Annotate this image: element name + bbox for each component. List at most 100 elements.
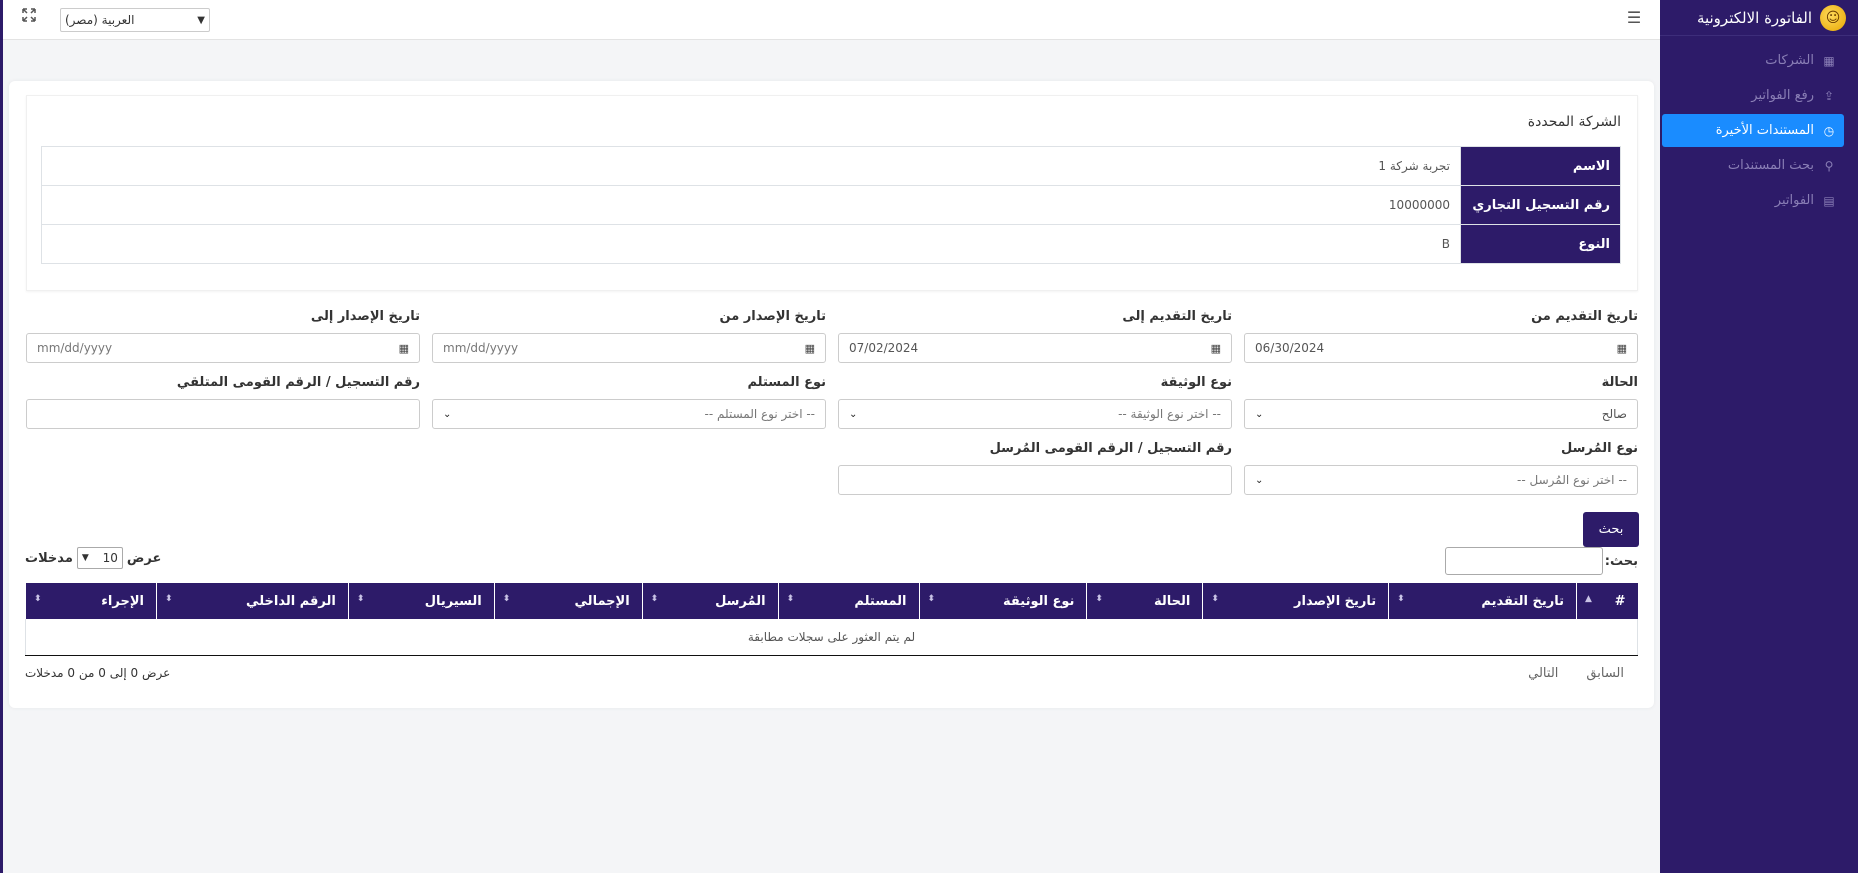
column-header-issue-date[interactable]: تاريخ الإصدار ⬍ [1202,583,1389,619]
table-pagination: السابق التالي [1528,666,1624,681]
column-label: نوع الوثيقة [1003,593,1075,609]
table-search-input[interactable] [1444,547,1603,575]
issue-from-input[interactable]: mm/dd/yyyy ▦ [432,333,826,363]
calendar-icon[interactable]: ▦ [805,342,815,355]
fullscreen-icon[interactable] [20,8,38,26]
documents-table: # ▲ تاريخ التقديم ⬍ تاريخ الإصدار ⬍ الحالة ⬍… [25,583,1638,656]
submit-from-input[interactable]: 06/30/2024 ▦ [1244,333,1638,363]
sender-id-input[interactable] [838,465,1232,495]
sort-icon: ⬍ [34,594,42,604]
column-header-status[interactable]: الحالة ⬍ [1086,583,1203,619]
table-empty-row: لم يتم العثور على سجلات مطابقة [25,619,1638,656]
column-header-sender[interactable]: المُرسل ⬍ [641,583,779,619]
receiver-id-input[interactable] [26,399,420,429]
filter-row: تاريخ التقديم من 06/30/2024 ▦ تاريخ التق… [25,309,1638,363]
search-button[interactable]: بحث [1583,512,1639,547]
company-value: تجربة شركة 1 [41,146,1461,186]
sort-icon: ⬍ [164,594,173,604]
status-select-value: صالح [1601,407,1627,421]
sidebar-item-upload-invoices[interactable]: ⇪ رفع الفواتير [1674,79,1844,112]
calendar-icon[interactable]: ▦ [1617,342,1627,355]
filter-submit-from: تاريخ التقديم من 06/30/2024 ▦ [1244,309,1638,363]
filter-row: نوع المُرسل -- اختر نوع المُرسل -- ⌄ رقم… [25,441,1638,495]
column-header-index[interactable]: # ▲ [1576,583,1638,619]
receiver-type-label: نوع المستلم [747,375,826,390]
sender-type-placeholder: -- اختر نوع المُرسل -- [1517,473,1627,487]
submit-to-label: تاريخ التقديم إلى [1122,309,1232,324]
sidebar-item-label: رفع الفواتير [1751,88,1814,103]
doc-type-select[interactable]: -- اختر نوع الوثيقة -- ⌄ [838,399,1232,429]
language-select[interactable]: العربية (مصر) ▼ [60,8,210,32]
filter-receiver-type: نوع المستلم -- اختر نوع المستلم -- ⌄ [432,375,826,429]
column-header-submit-date[interactable]: تاريخ التقديم ⬍ [1388,583,1577,619]
company-info-table: الاسم تجربة شركة 1 رقم التسجيل التجاري 1… [41,146,1621,264]
table-search-label: بحث: [1604,553,1638,569]
filter-sender-id: رقم التسجيل / الرقم القومى المُرسل [838,441,1232,495]
menu-toggle-icon[interactable]: ☰ [1624,8,1644,28]
column-label: السيريال [424,593,482,609]
company-value: 10000000 [41,185,1461,225]
submit-from-value: 06/30/2024 [1255,341,1325,355]
filter-submit-to: تاريخ التقديم إلى 07/02/2024 ▦ [838,309,1232,363]
building-icon: ▦ [1823,53,1835,68]
column-header-action[interactable]: الإجراء ⬍ [25,583,157,619]
filter-receiver-id: رقم التسجيل / الرقم القومى المتلقي [26,375,420,429]
sender-type-select[interactable]: -- اختر نوع المُرسل -- ⌄ [1244,465,1638,495]
selected-company-card: الشركة المحددة الاسم تجربة شركة 1 رقم ال… [26,95,1638,291]
search-icon: ⚲ [1824,158,1834,173]
filter-status: الحالة صالح ⌄ [1244,375,1638,429]
length-select[interactable]: ▼ 10 [76,547,123,569]
calendar-icon[interactable]: ▦ [399,342,409,355]
company-label: رقم التسجيل التجاري [1460,185,1621,225]
column-header-doc-type[interactable]: نوع الوثيقة ⬍ [918,583,1087,619]
pagination-previous[interactable]: السابق [1586,666,1624,681]
issue-from-value: mm/dd/yyyy [443,341,519,355]
file-upload-icon: ⇪ [1823,88,1835,103]
column-header-internal-id[interactable]: الرقم الداخلي ⬍ [155,583,349,619]
submit-to-input[interactable]: 07/02/2024 ▦ [838,333,1232,363]
sort-icon: ⬍ [1397,594,1405,604]
doc-type-placeholder: -- اختر نوع الوثيقة -- [1118,407,1221,421]
table-empty-message: لم يتم العثور على سجلات مطابقة [25,619,1638,656]
company-row-type: النوع B [41,224,1621,264]
issue-to-input[interactable]: mm/dd/yyyy ▦ [26,333,420,363]
sidebar-item-label: الفواتير [1774,193,1814,208]
sender-type-label: نوع المُرسل [1561,441,1638,456]
fullscreen-icon-svg [22,8,36,22]
table-search: بحث: [1444,547,1638,575]
column-label: المستلم [854,593,907,609]
company-value: B [41,224,1461,264]
status-select[interactable]: صالح ⌄ [1244,399,1638,429]
column-label: الإجراء [101,593,144,609]
brand-logo-icon: ☺ [1820,4,1846,31]
column-label: الرقم الداخلي [246,593,336,609]
column-label: # [1614,593,1626,609]
issue-from-label: تاريخ الإصدار من [719,309,826,324]
sidebar-item-invoices[interactable]: ▤ الفواتير [1674,184,1844,217]
clock-icon: ◷ [1823,123,1835,138]
table-info: عرض 0 إلى 0 من 0 مدخلات [25,666,171,680]
pagination-next[interactable]: التالي [1528,666,1558,681]
column-header-total[interactable]: الإجمالي ⬍ [493,583,643,619]
chevron-down-icon: ▼ [197,14,205,26]
sidebar-item-search-documents[interactable]: ⚲ بحث المستندات [1674,149,1844,182]
sidebar-item-label: بحث المستندات [1727,158,1814,173]
column-label: الحالة [1153,593,1191,609]
submit-to-value: 07/02/2024 [849,341,919,355]
issue-to-value: mm/dd/yyyy [37,341,113,355]
sidebar-item-recent-documents[interactable]: ◷ المستندات الأخيرة [1662,114,1844,147]
left-edge-border [0,0,3,873]
filter-row: الحالة صالح ⌄ نوع الوثيقة -- اختر نوع ال… [25,375,1638,429]
sidebar-item-label: الشركات [1765,53,1814,68]
receiver-type-select[interactable]: -- اختر نوع المستلم -- ⌄ [432,399,826,429]
calendar-icon[interactable]: ▦ [1211,342,1221,355]
column-header-serial[interactable]: السيريال ⬍ [347,583,495,619]
sort-icon: ⬍ [927,594,936,604]
sidebar-item-companies[interactable]: ▦ الشركات [1674,44,1844,77]
filter-form: تاريخ التقديم من 06/30/2024 ▦ تاريخ التق… [25,309,1638,507]
file-text-icon: ▤ [1823,193,1835,208]
column-header-receiver[interactable]: المستلم ⬍ [777,583,920,619]
sort-icon: ⬍ [786,594,795,604]
brand[interactable]: ☺ الفاتورة الالكترونية [1660,0,1858,36]
company-label: الاسم [1460,146,1621,186]
